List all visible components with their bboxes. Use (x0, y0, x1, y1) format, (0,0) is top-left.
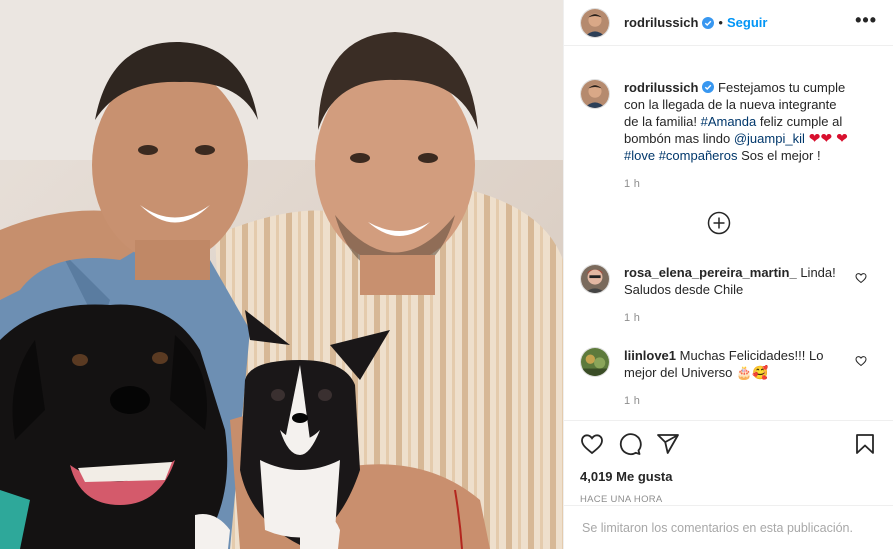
caption-time: 1 h (624, 178, 641, 190)
post-header: rodrilussich • Seguir ••• (564, 0, 893, 46)
load-more-icon[interactable] (707, 211, 731, 235)
comments-limited-notice: Se limitaron los comentarios en esta pub… (564, 505, 893, 549)
comment-username[interactable]: liinlove1 (624, 348, 676, 363)
hashtag-amanda[interactable]: #Amanda (701, 114, 757, 129)
share-icon[interactable] (656, 432, 680, 456)
caption-body-3: Sos el mejor ! (737, 148, 821, 163)
comment-text: liinlove1 Muchas Felicidades!!! Lo mejor… (624, 347, 850, 410)
commenter-avatar[interactable] (580, 347, 610, 377)
verified-icon (702, 81, 715, 93)
comment-icon[interactable] (618, 432, 642, 456)
post-timestamp: HACE UNA HORA (580, 494, 663, 505)
likes-count[interactable]: 4,019 Me gusta (580, 469, 877, 484)
comment-item: rosa_elena_pereira_martin_ Linda! Saludo… (580, 264, 877, 327)
author-username[interactable]: rodrilussich (624, 15, 698, 30)
save-icon[interactable] (853, 432, 877, 456)
separator-dot: • (718, 15, 723, 30)
more-icon[interactable]: ••• (855, 11, 877, 31)
hashtag-love[interactable]: #love (624, 148, 655, 163)
caption-avatar[interactable] (580, 79, 610, 109)
post-photo[interactable] (0, 0, 563, 549)
verified-icon (702, 16, 715, 29)
comment-time: 1 h (624, 395, 641, 407)
hashtag-companeros[interactable]: #compañeros (659, 148, 738, 163)
caption-text: rodrilussich Festejamos tu cumple con la… (624, 79, 852, 193)
mention-juampi[interactable]: @juampi_kil (734, 131, 805, 146)
comment-like-icon[interactable] (855, 355, 867, 367)
post-side-panel: rodrilussich • Seguir ••• rodrilussich F… (563, 0, 893, 549)
commenter-avatar[interactable] (580, 264, 610, 294)
post-actions: 4,019 Me gusta HACE UNA HORA (564, 420, 893, 505)
action-icons (580, 431, 877, 457)
cake-smile-emoji: 🎂🥰 (736, 365, 769, 380)
comment-username[interactable]: rosa_elena_pereira_martin_ (624, 265, 797, 280)
comments-section: rodrilussich Festejamos tu cumple con la… (564, 47, 893, 419)
post-caption: rodrilussich Festejamos tu cumple con la… (580, 47, 877, 193)
like-icon[interactable] (580, 432, 604, 456)
photo-illustration (0, 0, 563, 549)
comment-text: rosa_elena_pereira_martin_ Linda! Saludo… (624, 264, 850, 327)
comment-item: liinlove1 Muchas Felicidades!!! Lo mejor… (580, 347, 877, 410)
follow-button[interactable]: Seguir (727, 15, 767, 30)
comment-time: 1 h (624, 312, 641, 324)
author-avatar[interactable] (580, 7, 610, 38)
instagram-post: rodrilussich • Seguir ••• rodrilussich F… (0, 0, 893, 549)
comment-like-icon[interactable] (855, 272, 867, 284)
heart-emoji: ❤ (836, 130, 848, 146)
caption-username[interactable]: rodrilussich (624, 80, 698, 95)
hearts-emoji: ❤❤ (804, 130, 837, 146)
